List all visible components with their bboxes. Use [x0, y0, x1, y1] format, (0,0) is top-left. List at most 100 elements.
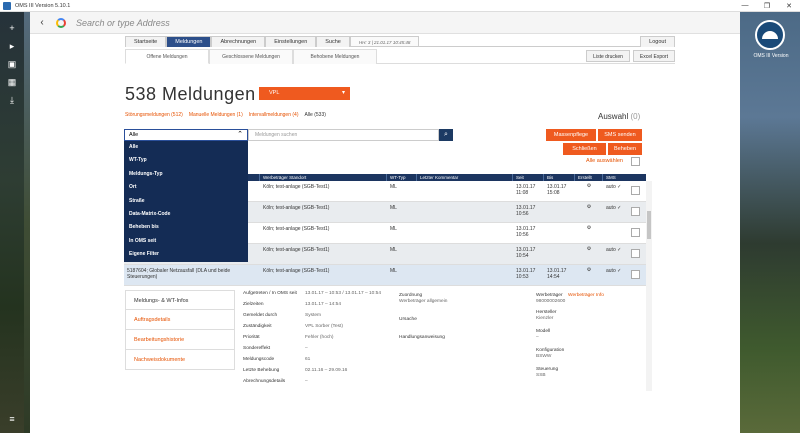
hersteller-label: Hersteller	[536, 310, 557, 315]
google-icon	[56, 17, 66, 28]
field-label: Abrechnungsdetails	[243, 379, 286, 384]
table-scrollbar[interactable]	[646, 181, 652, 391]
detail-menu-auftragsdetails[interactable]: Auftragsdetails	[125, 310, 235, 330]
row-sms: auto ✓	[606, 184, 622, 190]
tab-geschlossene-meldungen[interactable]: Geschlossene Meldungen	[209, 49, 293, 64]
dropdown-option-beheben-bis[interactable]: Beheben bis	[124, 221, 248, 234]
grid-icon[interactable]: ▦	[6, 76, 18, 88]
ursache-label: Ursache	[399, 317, 417, 322]
dropdown-option-ort[interactable]: Ort	[124, 181, 248, 194]
select-all-checkbox[interactable]	[631, 157, 640, 166]
selection-count: Auswahl (0)	[598, 112, 640, 121]
plus-icon[interactable]: +	[6, 22, 18, 34]
row-standort: Köln; test-anlage (SGB-Test1)	[263, 247, 330, 253]
detail-menu-meldungs-infos[interactable]: Meldungs- & WT-Infos	[125, 290, 235, 310]
massenpflege-button[interactable]: Massenpflege	[546, 129, 596, 141]
filter-dropdown-menu: Alle WT-Typ Meldungs-Typ Ort Straße Data…	[124, 141, 248, 262]
col-header-sms[interactable]: SMS	[603, 174, 646, 181]
menu-icon[interactable]: ≡	[6, 413, 18, 425]
dropdown-option-alle[interactable]: Alle	[124, 141, 248, 154]
row-standort: Köln; test-anlage (SGB-Test1)	[263, 205, 330, 211]
session-stamp: HH: 3 | 21.01.17 10:45:48	[349, 36, 420, 46]
back-icon[interactable]: ‹	[34, 17, 50, 28]
row-sms: auto ✓	[606, 247, 622, 253]
dropdown-option-data-matrix-code[interactable]: Data-Matrix-Code	[124, 208, 248, 221]
intervallmeldungen-link[interactable]: Intervallmeldungen (4)	[249, 112, 299, 118]
manuelle-meldungen-link[interactable]: Manuelle Meldungen (1)	[189, 112, 243, 118]
row-checkbox[interactable]	[631, 207, 640, 216]
tab-offene-meldungen[interactable]: Offene Meldungen	[125, 49, 209, 64]
gear-icon[interactable]: ⚙	[575, 202, 603, 222]
address-input[interactable]: Search or type Address	[76, 18, 170, 28]
close-button[interactable]: ✕	[778, 0, 800, 12]
field-label: Letzte Behebung	[243, 368, 280, 373]
tab-einstellungen[interactable]: Einstellungen	[265, 36, 317, 47]
field-value: System	[305, 313, 321, 318]
sms-senden-button[interactable]: SMS senden	[598, 129, 642, 141]
field-label: Meldungscode	[243, 357, 275, 362]
zuordnung-label: Zuordnung	[399, 293, 423, 298]
selection-label: Auswahl	[598, 112, 629, 121]
gear-icon[interactable]: ⚙	[575, 181, 603, 201]
row-checkbox[interactable]	[631, 186, 640, 195]
image-icon[interactable]: ▣	[6, 58, 18, 70]
logout-button[interactable]: Logout	[640, 36, 675, 47]
col-header-erstellt[interactable]: Erstellt	[575, 174, 603, 181]
detail-menu-nachweisdokumente[interactable]: Nachweisdokumente	[125, 350, 235, 370]
gear-icon[interactable]: ⚙	[575, 265, 603, 285]
dropdown-option-meldungs-typ[interactable]: Meldungs-Typ	[124, 168, 248, 181]
dropdown-option-wt-typ[interactable]: WT-Typ	[124, 154, 248, 167]
row-checkbox[interactable]	[631, 249, 640, 258]
print-list-button[interactable]: Liste drucken	[586, 50, 630, 62]
col-header-kommentar[interactable]: Letzter Kommentar	[417, 174, 513, 181]
tab-startseite[interactable]: Startseite	[125, 36, 167, 47]
scrollbar-thumb[interactable]	[647, 211, 651, 239]
row-typ: ML	[390, 268, 397, 274]
col-header-wt-typ[interactable]: WT-Typ	[387, 174, 417, 181]
beheben-button[interactable]: Beheben	[608, 143, 642, 155]
detail-menu-bearbeitungshistorie[interactable]: Bearbeitungshistorie	[125, 330, 235, 350]
search-filter-value: Alle	[129, 132, 139, 138]
dropdown-option-in-oms-seit[interactable]: In OMS seit	[124, 235, 248, 248]
row-checkbox[interactable]	[631, 270, 640, 279]
restore-button[interactable]: ❐	[756, 0, 778, 12]
tab-meldungen[interactable]: Meldungen	[166, 36, 212, 47]
alle-auswaehlen-link[interactable]: Alle auswählen	[586, 158, 623, 164]
excel-export-button[interactable]: Excel Export	[632, 50, 675, 62]
play-icon[interactable]: ▸	[6, 40, 18, 52]
dropdown-option-strasse[interactable]: Straße	[124, 195, 248, 208]
row-checkbox[interactable]	[631, 228, 640, 237]
download-icon[interactable]: ⤓	[6, 94, 18, 106]
row-typ: ML	[390, 205, 397, 211]
chevron-up-icon: ⌃	[237, 131, 243, 138]
search-input[interactable]: Meldungen suchen	[248, 129, 439, 141]
field-label: Priorität	[243, 335, 260, 340]
col-header-bis[interactable]: Bis	[544, 174, 575, 181]
gear-icon[interactable]: ⚙	[575, 223, 603, 243]
alle-link[interactable]: Alle (533)	[305, 112, 326, 118]
col-header-seit[interactable]: Seit	[513, 174, 544, 181]
table-row-selected[interactable]: 5187604; Globaler Netzausfall (DLA und b…	[124, 265, 646, 286]
vpl-filter-dropdown[interactable]: VPL ▾	[259, 87, 350, 100]
hersteller-value: Kienzler	[536, 316, 554, 321]
row-sms: auto ✓	[606, 205, 622, 211]
tab-behobene-meldungen[interactable]: Behobene Meldungen	[293, 49, 377, 64]
schliessen-button[interactable]: Schließen	[563, 143, 606, 155]
minimize-button[interactable]: —	[734, 0, 756, 12]
search-button[interactable]: ⌕	[439, 129, 453, 141]
field-value: VPL Sorber (Test)	[305, 324, 343, 329]
gear-icon[interactable]: ⚙	[575, 244, 603, 264]
stoerungsmeldungen-link[interactable]: Störungsmeldungen (512)	[125, 112, 183, 118]
werbetraeger-info-link[interactable]: Werbeträger Info	[568, 293, 604, 298]
left-sidebar: + ▸ ▣ ▦ ⤓ ≡	[0, 12, 24, 433]
row-standort: Köln; test-anlage (SGB-Test1)	[263, 226, 330, 232]
col-header-standort[interactable]: Werbeträger Standort	[260, 174, 387, 181]
brand-logo-icon[interactable]	[755, 20, 785, 50]
tab-suche[interactable]: Suche	[316, 36, 350, 47]
dropdown-option-eigene-filter[interactable]: Eigene Filter	[124, 248, 248, 261]
sub-tabs: Offene Meldungen Geschlossene Meldungen …	[125, 49, 675, 64]
search-filter-select[interactable]: Alle ⌃	[124, 129, 248, 141]
row-bis: 13.01.17 14:54	[547, 268, 567, 280]
row-typ: ML	[390, 247, 397, 253]
tab-abrechnungen[interactable]: Abrechnungen	[211, 36, 266, 47]
